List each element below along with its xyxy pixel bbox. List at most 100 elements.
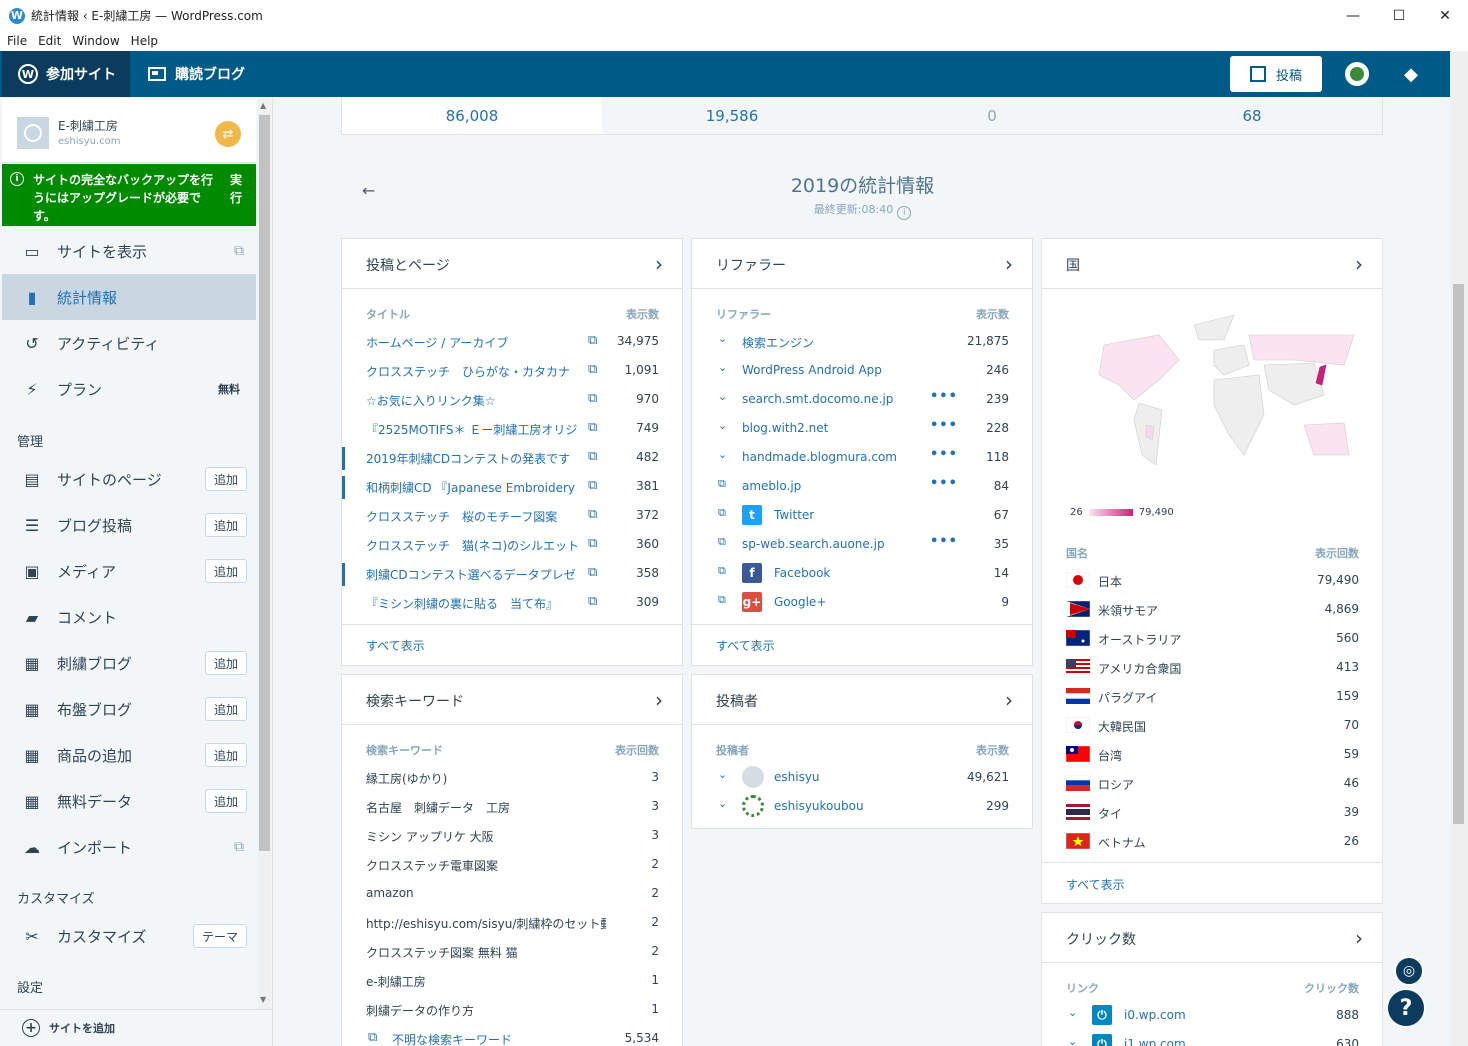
table-row[interactable]: 台湾 59	[1042, 741, 1382, 770]
external-link-icon[interactable]: ⧉	[588, 478, 597, 493]
summary-comments[interactable]: 68	[1122, 97, 1382, 134]
chevron-right-icon[interactable]: ›	[1005, 688, 1013, 712]
menu-file[interactable]: File	[7, 34, 27, 48]
sidebar-item-view-site[interactable]: ▭ サイトを表示 ⧉	[2, 228, 256, 274]
reader-tab[interactable]: 購読ブログ	[148, 51, 245, 97]
table-row[interactable]: クロスステッチ 桜のモチーフ図案 ⧉ 372	[342, 502, 682, 531]
table-row[interactable]: ⌄ blog.with2.net ••• 228	[692, 415, 1032, 444]
sidebar-item-products[interactable]: ▦ 商品の追加 追加	[2, 732, 256, 778]
sidebar-item-embroidery-blog[interactable]: ▦ 刺繍ブログ 追加	[2, 640, 256, 686]
author-link[interactable]: eshisyu	[774, 770, 820, 784]
table-row[interactable]: 米領サモア 4,869	[1042, 596, 1382, 625]
sidebar-item-media[interactable]: ▣ メディア 追加	[2, 548, 256, 594]
more-actions-icon[interactable]: •••	[930, 476, 958, 491]
post-title-link[interactable]: 『ミシン刺繍の裏に貼る 当て布』	[366, 595, 578, 612]
table-row[interactable]: パラグアイ 159	[1042, 683, 1382, 712]
card-header[interactable]: 検索キーワード ›	[342, 675, 682, 725]
table-row[interactable]: 大韓民国 70	[1042, 712, 1382, 741]
click-link[interactable]: i1.wp.com	[1124, 1037, 1186, 1046]
info-icon[interactable]: i	[897, 206, 912, 220]
user-avatar[interactable]	[1345, 62, 1369, 86]
view-all-countries-link[interactable]: すべて表示	[1066, 876, 1125, 893]
external-link-icon[interactable]: ⧉	[588, 333, 597, 348]
add-site-button[interactable]: + サイトを追加	[0, 1009, 272, 1046]
more-actions-icon[interactable]: •••	[930, 389, 958, 404]
my-sites-tab[interactable]: W 参加サイト	[2, 51, 130, 97]
referrer-link[interactable]: Google+	[774, 595, 826, 609]
sidebar-item-import[interactable]: ☁ インポート ⧉	[2, 824, 256, 870]
post-title-link[interactable]: 和柄刺繍CD 『Japanese Embroidery mo	[366, 479, 578, 496]
sidebar-scroll-thumb[interactable]	[259, 115, 270, 851]
external-link-icon[interactable]: ⧉	[588, 391, 597, 406]
more-actions-icon[interactable]: •••	[930, 447, 958, 462]
external-link-icon[interactable]: ⧉	[718, 506, 726, 520]
more-actions-icon[interactable]: •••	[930, 418, 958, 433]
referrer-link[interactable]: ameblo.jp	[742, 479, 801, 493]
table-row[interactable]: ⌄ search.smt.docomo.ne.jp ••• 239	[692, 386, 1032, 415]
add-fabric-blog-button[interactable]: 追加	[205, 697, 247, 721]
sidebar-item-activity[interactable]: ↺ アクティビティ	[2, 320, 256, 366]
add-media-button[interactable]: 追加	[205, 559, 247, 583]
table-row[interactable]: ホームページ / アーカイブ ⧉ 34,975	[342, 328, 682, 357]
chevron-right-icon[interactable]: ›	[1355, 926, 1363, 950]
table-row[interactable]: ⧉ t Twitter 67	[692, 502, 1032, 531]
external-link-icon[interactable]: ⧉	[588, 594, 597, 609]
add-product-button[interactable]: 追加	[205, 743, 247, 767]
chevron-right-icon[interactable]: ›	[655, 252, 663, 276]
external-link-icon[interactable]: ⧉	[588, 420, 597, 435]
add-page-button[interactable]: 追加	[205, 467, 247, 491]
referrer-link[interactable]: sp-web.search.auone.jp	[742, 537, 885, 551]
external-link-icon[interactable]: ⧉	[368, 1030, 377, 1045]
table-row[interactable]: ☆お気に入りリンク集☆ ⧉ 970	[342, 386, 682, 415]
table-row[interactable]: クロスステッチ 猫(ネコ)のシルエット ⧉ 360	[342, 531, 682, 560]
external-link-icon[interactable]: ⧉	[588, 362, 597, 377]
write-post-button[interactable]: 投稿	[1230, 56, 1322, 92]
table-row[interactable]: ⌄ ⏻ i1.wp.com 630	[1042, 1031, 1382, 1046]
sidebar-scrollbar[interactable]: ▲ ▼	[258, 99, 271, 1009]
menu-window[interactable]: Window	[72, 34, 119, 48]
sidebar-item-pages[interactable]: ▤ サイトのページ 追加	[2, 456, 256, 502]
sidebar-item-customize[interactable]: ✂ カスタマイズ テーマ	[2, 913, 256, 959]
table-row[interactable]: ⧉ f Facebook 14	[692, 560, 1032, 589]
referrer-link[interactable]: blog.with2.net	[742, 421, 828, 435]
chevron-down-icon[interactable]: ⌄	[1068, 1006, 1077, 1019]
table-row[interactable]: ⧉ g+ Google+ 9	[692, 589, 1032, 618]
main-scroll-thumb[interactable]	[1453, 284, 1464, 824]
chevron-down-icon[interactable]: ⌄	[718, 332, 727, 345]
referrer-link[interactable]: search.smt.docomo.ne.jp	[742, 392, 893, 406]
chevron-down-icon[interactable]: ⌄	[718, 448, 727, 461]
notifications-bell-icon[interactable]: ◆	[1400, 63, 1422, 85]
click-link[interactable]: i0.wp.com	[1124, 1008, 1186, 1022]
table-row[interactable]: クロスステッチ ひらがな・カタカナ ⧉ 1,091	[342, 357, 682, 386]
table-row[interactable]: ⌄ 検索エンジン 21,875	[692, 328, 1032, 357]
add-free-data-button[interactable]: 追加	[205, 789, 247, 813]
chevron-right-icon[interactable]: ›	[655, 688, 663, 712]
back-arrow-icon[interactable]: ←	[362, 181, 375, 200]
chevron-down-icon[interactable]: ⌄	[718, 797, 727, 810]
post-title-link[interactable]: ホームページ / アーカイブ	[366, 334, 578, 351]
switch-site-icon[interactable]: ⇄	[215, 121, 241, 147]
view-all-referrers-link[interactable]: すべて表示	[716, 637, 775, 654]
table-row[interactable]: ベトナム 26	[1042, 828, 1382, 857]
author-link[interactable]: eshisyukoubou	[774, 799, 864, 813]
post-title-link[interactable]: 刺繍CDコンテスト選べるデータプレゼ	[366, 566, 578, 583]
scroll-up-arrow-icon[interactable]: ▲	[260, 101, 266, 110]
sidebar-item-fabric-blog[interactable]: ▦ 布盤ブログ 追加	[2, 686, 256, 732]
sidebar-item-stats[interactable]: ▮ 統計情報	[2, 274, 256, 320]
chevron-down-icon[interactable]: ⌄	[718, 768, 727, 781]
sidebar-item-posts[interactable]: ☰ ブログ投稿 追加	[2, 502, 256, 548]
help-fab-icon[interactable]: ?	[1386, 988, 1426, 1028]
chevron-right-icon[interactable]: ›	[1355, 252, 1363, 276]
card-header[interactable]: 国 ›	[1042, 239, 1382, 289]
table-row[interactable]: ⌄ ⏻ i0.wp.com 888	[1042, 1002, 1382, 1031]
chevron-down-icon[interactable]: ⌄	[718, 390, 727, 403]
table-row[interactable]: タイ 39	[1042, 799, 1382, 828]
post-title-link[interactable]: 『2525MOTIFS＊ Ｅー刺繍工房オリジナ	[366, 421, 578, 438]
table-row[interactable]: 『2525MOTIFS＊ Ｅー刺繍工房オリジナ ⧉ 749	[342, 415, 682, 444]
summary-views[interactable]: 86,008	[342, 97, 602, 134]
chevron-down-icon[interactable]: ⌄	[718, 361, 727, 374]
notice-action-link[interactable]: 実行	[230, 171, 244, 207]
search-term[interactable]: 不明な検索キーワード	[392, 1031, 632, 1046]
card-header[interactable]: クリック数 ›	[1042, 913, 1382, 963]
external-link-icon[interactable]: ⧉	[718, 593, 726, 607]
